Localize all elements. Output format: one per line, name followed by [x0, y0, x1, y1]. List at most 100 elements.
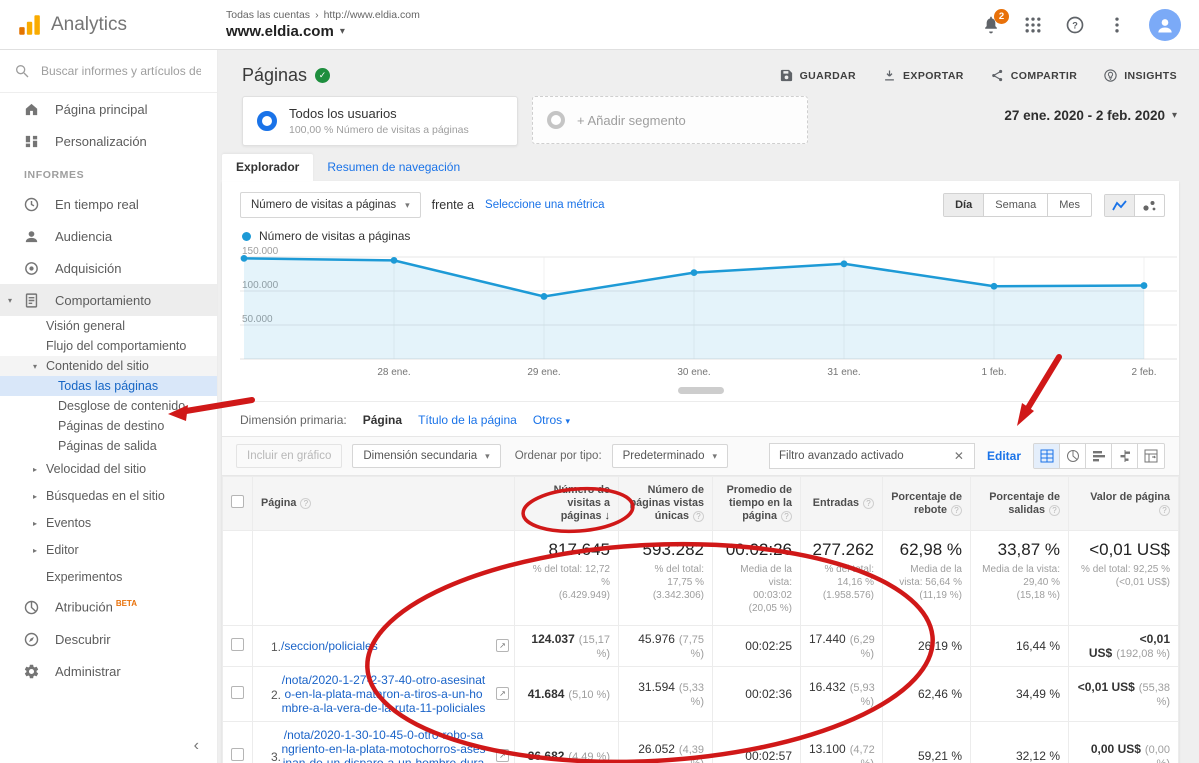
row-checkbox[interactable] [231, 638, 244, 651]
line-chart-view-button[interactable] [1105, 195, 1135, 216]
sidebar-item-behavior-overview[interactable]: Visión general [0, 316, 217, 336]
date-range-selector[interactable]: 27 ene. 2020 - 2 feb. 2020 ▾ [1004, 96, 1177, 123]
sidebar-item-acquisition[interactable]: Adquisición [0, 252, 217, 284]
column-header-views[interactable]: Número de visitas a páginas↓ [515, 477, 619, 531]
sidebar-item-customization[interactable]: Personalización [0, 125, 217, 157]
advanced-filter-chip[interactable]: Filtro avanzado activado ✕ [769, 443, 975, 469]
column-header-page[interactable]: Página? [253, 477, 515, 531]
clear-filter-icon[interactable]: ✕ [953, 449, 965, 463]
chart-type-group [1104, 194, 1165, 217]
sidebar-item-audience[interactable]: Audiencia [0, 220, 217, 252]
sidebar-item-experiments[interactable]: Experimentos [0, 564, 217, 591]
help-icon: ? [693, 511, 704, 522]
analytics-logo[interactable]: Analytics [0, 12, 218, 38]
add-segment-button[interactable]: + Añadir segmento [532, 96, 808, 144]
row-checkbox[interactable] [231, 748, 244, 761]
page-link[interactable]: /seccion/policiales [281, 639, 378, 653]
percentage-view-button[interactable] [1060, 444, 1086, 468]
sidebar-item-behavior-flow[interactable]: Flujo del comportamiento [0, 336, 217, 356]
sidebar-item-site-speed[interactable]: ▸Velocidad del sitio [0, 456, 217, 483]
save-icon [779, 68, 794, 83]
sidebar-item-site-content[interactable]: ▾Contenido del sitio [0, 356, 217, 376]
grid-icon [1023, 15, 1043, 35]
column-header-bounce[interactable]: Porcentaje de rebote? [883, 477, 971, 531]
secondary-dimension-button[interactable]: Dimensión secundaria▾ [352, 444, 500, 468]
metric-selector[interactable]: Número de visitas a páginas ▾ [240, 192, 421, 218]
comparison-view-button[interactable] [1112, 444, 1138, 468]
breadcrumb: Todas las cuentas › http://www.eldia.com [226, 9, 981, 21]
apps-grid-button[interactable] [1023, 15, 1043, 35]
pivot-view-button[interactable] [1138, 444, 1164, 468]
notifications-button[interactable]: 2 [981, 15, 1001, 35]
more-menu-button[interactable] [1107, 15, 1127, 35]
share-button[interactable]: COMPARTIR [990, 68, 1077, 83]
tab-resumen-navegacion[interactable]: Resumen de navegación [313, 154, 474, 181]
property-selector[interactable]: www.eldia.com ▾ [226, 23, 981, 40]
select-all-checkbox[interactable] [231, 495, 244, 508]
sidebar-item-content-drilldown[interactable]: Desglose de contenido [0, 396, 217, 416]
column-header-value[interactable]: Valor de página? [1069, 477, 1179, 531]
performance-view-button[interactable] [1086, 444, 1112, 468]
select-metric-link[interactable]: Seleccione una métrica [485, 199, 605, 211]
external-link-icon[interactable]: ↗ [496, 749, 509, 762]
add-segment-ring-icon [547, 111, 565, 129]
sidebar-item-home[interactable]: Página principal [0, 93, 217, 125]
insights-button[interactable]: INSIGHTS [1103, 68, 1177, 83]
dimension-page-title[interactable]: Título de la página [418, 413, 517, 427]
column-header-unique-views[interactable]: Número de páginas vistas únicas? [619, 477, 713, 531]
table-controls: Incluir en gráfico Dimensión secundaria▾… [222, 436, 1179, 476]
column-header-exit[interactable]: Porcentaje de salidas? [971, 477, 1069, 531]
segment-all-users[interactable]: Todos los usuarios 100,00 % Número de vi… [242, 96, 518, 146]
sidebar-item-all-pages[interactable]: Todas las páginas [0, 376, 217, 396]
pie-view-icon [1066, 449, 1080, 463]
page-link[interactable]: /nota/2020-1-30-10-45-0-otro-robo-sangri… [281, 728, 486, 763]
external-link-icon[interactable]: ↗ [496, 639, 509, 652]
sort-type-selector[interactable]: Predeterminado▾ [612, 444, 728, 468]
save-button[interactable]: GUARDAR [779, 68, 856, 83]
column-header-avg-time[interactable]: Promedio de tiempo en la página? [713, 477, 801, 531]
chevron-right-icon: ▸ [33, 463, 37, 477]
dimension-page[interactable]: Página [363, 413, 402, 427]
sidebar-item-events[interactable]: ▸Eventos [0, 510, 217, 537]
sidebar-item-discover[interactable]: Descubrir [0, 623, 217, 655]
column-header-entrances[interactable]: Entradas? [801, 477, 883, 531]
svg-text:150.000: 150.000 [242, 247, 279, 257]
granularity-month-button[interactable]: Mes [1048, 194, 1091, 216]
plot-rows-button[interactable]: Incluir en gráfico [236, 444, 342, 468]
svg-text:30 ene.: 30 ene. [677, 367, 710, 378]
legend-label: Número de visitas a páginas [259, 229, 410, 243]
chart-range-handle[interactable] [678, 387, 724, 394]
tab-explorador[interactable]: Explorador [222, 154, 313, 181]
page-link[interactable]: /nota/2020-1-27-2-37-40-otro-asesinato-e… [281, 673, 486, 715]
sort-desc-icon: ↓ [605, 510, 611, 522]
data-view-button[interactable] [1034, 444, 1060, 468]
sidebar-item-behavior[interactable]: ▾ Comportamiento [0, 284, 217, 316]
sidebar-item-publisher[interactable]: ▸Editor [0, 537, 217, 564]
help-icon: ? [951, 505, 962, 516]
view-switcher [1033, 443, 1165, 469]
chevron-down-icon: ▾ [712, 451, 717, 462]
granularity-day-button[interactable]: Día [944, 194, 984, 216]
collapse-sidebar-button[interactable]: ‹ [194, 737, 199, 755]
sidebar-search[interactable] [0, 50, 217, 93]
sidebar-item-site-search[interactable]: ▸Búsquedas en el sitio [0, 483, 217, 510]
chevron-down-icon: ▾ [33, 360, 37, 374]
dimension-others[interactable]: Otros ▾ [533, 413, 570, 427]
chevron-right-icon: ▸ [33, 490, 37, 504]
export-button[interactable]: EXPORTAR [882, 68, 964, 83]
sidebar-item-admin[interactable]: Administrar [0, 655, 217, 687]
help-button[interactable]: ? [1065, 15, 1085, 35]
avatar[interactable] [1149, 9, 1181, 41]
external-link-icon[interactable]: ↗ [496, 687, 509, 700]
pageviews-line-chart[interactable]: 50.000100.000150.00028 ene.29 ene.30 ene… [222, 245, 1179, 387]
row-checkbox[interactable] [231, 686, 244, 699]
sidebar-item-landing-pages[interactable]: Páginas de destino [0, 416, 217, 436]
granularity-week-button[interactable]: Semana [984, 194, 1048, 216]
user-icon [1155, 15, 1175, 35]
motion-chart-view-button[interactable] [1135, 195, 1164, 216]
sidebar-item-attribution[interactable]: AtribuciónBETA [0, 591, 217, 623]
edit-filter-link[interactable]: Editar [987, 449, 1021, 463]
sidebar-item-realtime[interactable]: En tiempo real [0, 188, 217, 220]
search-input[interactable] [41, 64, 201, 78]
sidebar-item-exit-pages[interactable]: Páginas de salida [0, 436, 217, 456]
